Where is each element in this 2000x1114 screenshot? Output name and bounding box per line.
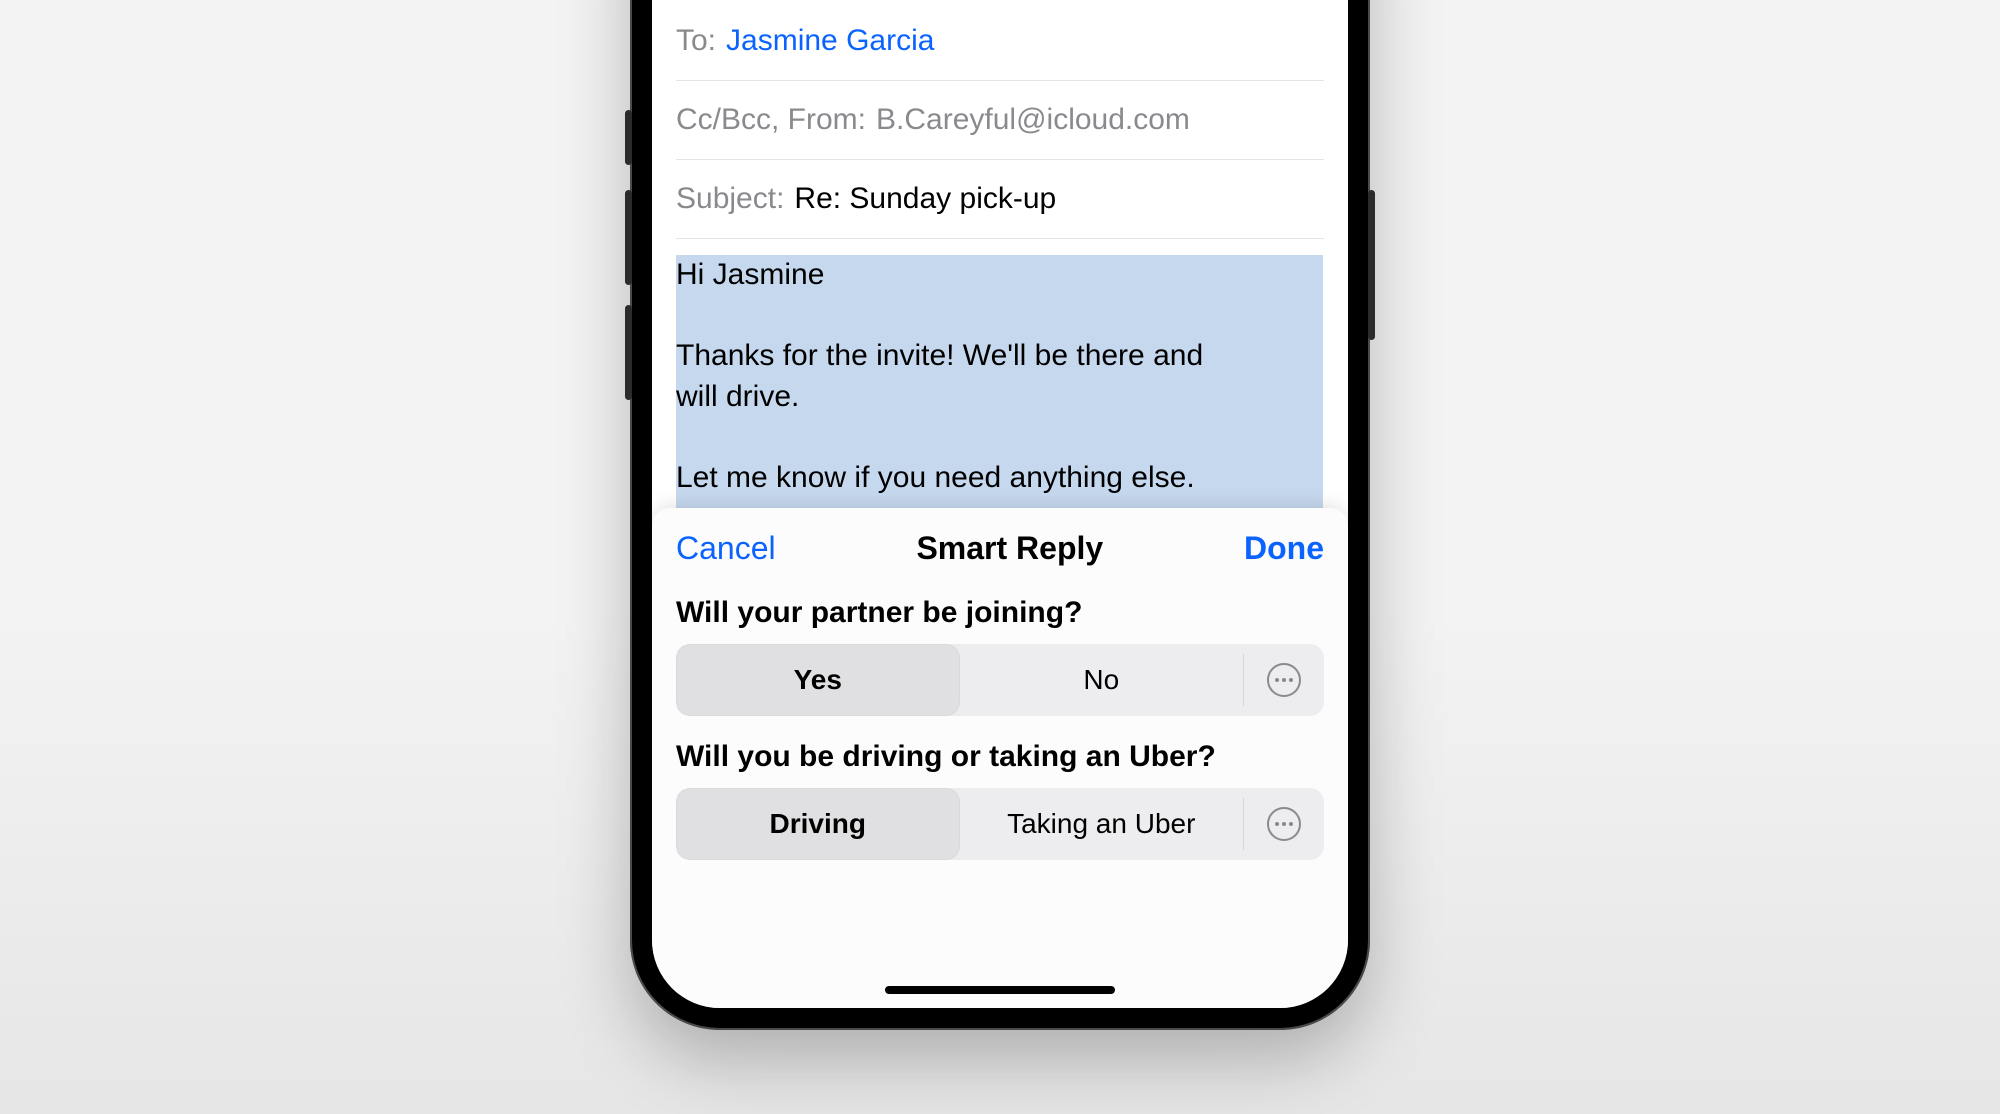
- sheet-title: Smart Reply: [916, 530, 1103, 567]
- volume-down-button: [625, 305, 632, 400]
- volume-up-button: [625, 190, 632, 285]
- blank-line: [676, 420, 684, 453]
- option-no[interactable]: No: [960, 644, 1244, 716]
- ccbcc-label: Cc/Bcc, From:: [676, 103, 866, 137]
- to-row[interactable]: To: Jasmine Garcia: [676, 0, 1324, 81]
- blank-line: [676, 299, 684, 332]
- option-yes[interactable]: Yes: [676, 644, 960, 716]
- ellipsis-circle-icon: [1267, 663, 1301, 697]
- home-indicator[interactable]: [885, 986, 1115, 994]
- more-options-button-1[interactable]: [1244, 644, 1324, 716]
- question-2-options: Driving Taking an Uber: [676, 788, 1324, 860]
- question-2-prompt: Will you be driving or taking an Uber?: [676, 740, 1324, 774]
- to-label: To:: [676, 24, 716, 58]
- more-options-button-2[interactable]: [1244, 788, 1324, 860]
- option-taking-uber[interactable]: Taking an Uber: [960, 788, 1244, 860]
- ccbcc-row[interactable]: Cc/Bcc, From: B.Careyful@icloud.com: [676, 81, 1324, 160]
- done-button[interactable]: Done: [1244, 530, 1324, 567]
- phone-screen: To: Jasmine Garcia Cc/Bcc, From: B.Carey…: [652, 0, 1348, 1008]
- from-email: B.Careyful@icloud.com: [876, 103, 1190, 137]
- mute-switch: [625, 110, 632, 165]
- question-1-prompt: Will your partner be joining?: [676, 596, 1324, 630]
- ellipsis-circle-icon: [1267, 807, 1301, 841]
- subject-value[interactable]: Re: Sunday pick-up: [794, 182, 1056, 216]
- to-recipient[interactable]: Jasmine Garcia: [726, 24, 934, 58]
- question-1-options: Yes No: [676, 644, 1324, 716]
- smart-reply-sheet: Cancel Smart Reply Done Will your partne…: [652, 508, 1348, 1008]
- subject-label: Subject:: [676, 182, 784, 216]
- option-driving[interactable]: Driving: [676, 788, 960, 860]
- sheet-header: Cancel Smart Reply Done: [676, 508, 1324, 588]
- subject-row[interactable]: Subject: Re: Sunday pick-up: [676, 160, 1324, 239]
- side-button: [1368, 190, 1375, 340]
- cancel-button[interactable]: Cancel: [676, 530, 776, 567]
- phone-frame: To: Jasmine Garcia Cc/Bcc, From: B.Carey…: [630, 0, 1370, 1030]
- question-1: Will your partner be joining? Yes No: [676, 596, 1324, 716]
- question-2: Will you be driving or taking an Uber? D…: [676, 740, 1324, 860]
